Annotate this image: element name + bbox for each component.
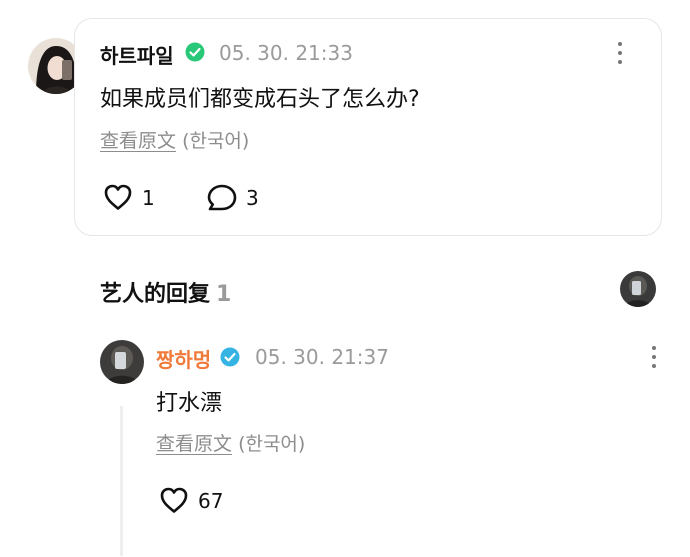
comment-translation[interactable]: 查看原文 (한국어) (100, 126, 249, 153)
reply-timestamp: 05. 30. 21:37 (255, 345, 389, 369)
artist-name[interactable]: 짱하멍 (156, 344, 211, 373)
reply-count: 3 (246, 186, 259, 210)
reply-thread-line (120, 406, 123, 556)
reply-more-options-icon[interactable] (651, 346, 657, 370)
reply-like-count: 67 (198, 489, 224, 513)
artist-verified-badge-icon (220, 347, 240, 367)
like-count: 1 (142, 186, 155, 210)
artist-replies-title: 艺人的回复 (100, 282, 211, 307)
reply-heart-icon[interactable] (159, 486, 189, 514)
verified-badge-icon (185, 42, 205, 62)
commenter-name[interactable]: 하트파일 (100, 40, 174, 69)
comment-text: 如果成员们都变成石头了怎么办? (100, 87, 420, 112)
comment-timestamp: 05. 30. 21:33 (219, 41, 353, 65)
artist-replies-header: 艺人的回复 1 (100, 276, 231, 308)
original-language: (한국어) (238, 433, 306, 455)
view-original-link[interactable]: 查看原文 (156, 433, 232, 455)
view-original-link[interactable]: 查看原文 (100, 130, 176, 152)
reply-bubble-icon[interactable] (206, 183, 238, 213)
artist-avatar[interactable] (100, 340, 144, 384)
artist-avatar-small[interactable] (620, 271, 656, 307)
heart-icon[interactable] (103, 183, 133, 211)
reply-text: 打水漂 (156, 391, 223, 416)
reply-translation[interactable]: 查看原文 (한국어) (156, 429, 305, 456)
original-language: (한국어) (182, 130, 250, 152)
comment-more-options-icon[interactable] (617, 42, 623, 66)
artist-replies-count: 1 (216, 282, 232, 307)
